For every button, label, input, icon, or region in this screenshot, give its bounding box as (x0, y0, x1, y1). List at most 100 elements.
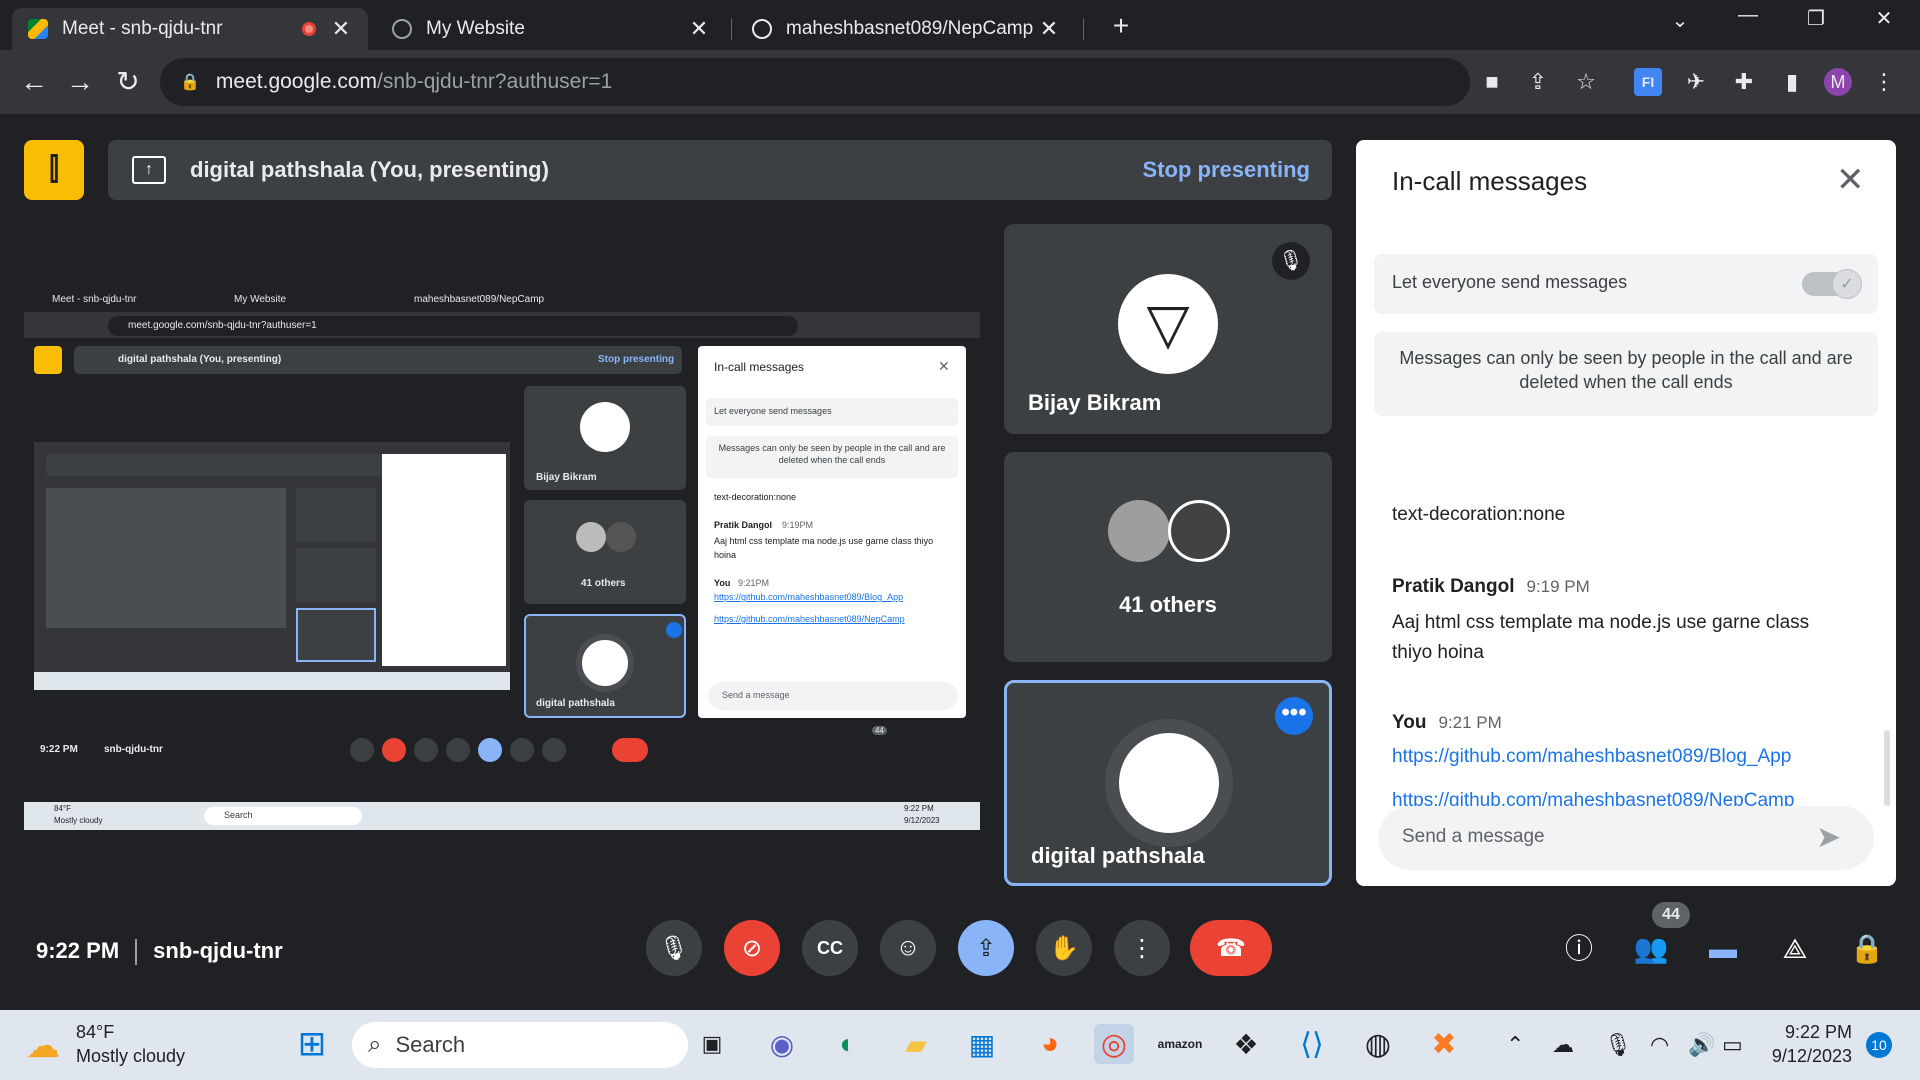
teams-icon[interactable]: ◉ (762, 1024, 802, 1064)
recording-icon (302, 22, 316, 36)
meeting-code: snb-qjdu-tnr (153, 938, 283, 963)
back-icon[interactable]: ← (14, 66, 54, 98)
address-bar[interactable]: 🔒 meet.google.com/snb-qjdu-tnr?authuser=… (160, 58, 1470, 106)
preview-tab-title: maheshbasnet089/NepCamp (414, 294, 545, 305)
meeting-details-icon[interactable]: ⓘ (1560, 930, 1598, 968)
send-message-input[interactable]: Send a message ➤ (1378, 806, 1874, 870)
presenting-title: digital pathshala (You, presenting) (190, 157, 549, 182)
tab-my-website[interactable]: My Website ✕ (376, 8, 726, 50)
preview-stop: Stop presenting (598, 354, 675, 365)
message-header: You 9:21 PM (1392, 712, 1502, 734)
firefox-icon[interactable]: ◕ (1030, 1024, 1070, 1064)
profile-avatar[interactable]: M (1824, 68, 1852, 96)
chat-scrollbar[interactable] (1884, 730, 1890, 806)
windows-start-icon[interactable]: ⊞ (292, 1024, 332, 1064)
people-icon[interactable]: 👥 (1632, 930, 1670, 968)
preview-leave (612, 738, 648, 762)
weather-temp[interactable]: 84°F (76, 1022, 114, 1043)
restore-icon[interactable]: ❐ (1796, 6, 1836, 31)
extension-plane-icon[interactable]: ✈ (1682, 68, 1710, 96)
meet-logo-icon: ⫿ (24, 140, 84, 200)
mic-tray-icon[interactable]: 🎙 (1604, 1032, 1632, 1058)
side-panel-icon[interactable]: ▮ (1778, 68, 1806, 96)
wifi-icon[interactable]: ◠ (1650, 1032, 1669, 1058)
emoji-button[interactable]: ☺ (880, 920, 936, 976)
more-options-button[interactable]: ⋮ (1114, 920, 1170, 976)
reload-icon[interactable]: ↻ (108, 66, 148, 98)
preview-send: Send a message (722, 690, 790, 700)
raise-hand-button[interactable]: ✋ (1036, 920, 1092, 976)
weather-icon[interactable]: ☁ (26, 1026, 60, 1066)
camera-off-button[interactable]: ⊘ (724, 920, 780, 976)
battery-icon[interactable]: ▭ (1722, 1032, 1743, 1058)
message-link[interactable]: https://github.com/maheshbasnet089/Blog_… (1392, 746, 1791, 767)
participant-tile[interactable]: 41 others (1004, 452, 1332, 662)
preview-url: meet.google.com/snb-qjdu-tnr?authuser=1 (128, 320, 317, 331)
message-sender: You (1392, 712, 1427, 733)
minimize-icon[interactable]: — (1728, 4, 1768, 27)
notification-badge[interactable]: 10 (1866, 1032, 1892, 1058)
extensions-puzzle-icon[interactable]: ✚ (1730, 68, 1758, 96)
tray-time[interactable]: 9:22 PM (1772, 1022, 1852, 1043)
more-options-icon[interactable]: ••• (1275, 697, 1313, 735)
edge-icon[interactable]: ◐ (828, 1024, 868, 1064)
tab-nepcamp[interactable]: maheshbasnet089/NepCamp ✕ (736, 8, 1076, 50)
onedrive-icon[interactable]: ☁ (1552, 1032, 1574, 1058)
preview-search: Search (224, 810, 253, 820)
close-icon[interactable]: ✕ (688, 16, 710, 42)
close-icon[interactable]: ✕ (1038, 16, 1060, 42)
host-controls-icon[interactable]: 🔒 (1848, 930, 1886, 968)
people-count-badge: 44 (1652, 902, 1690, 928)
share-icon[interactable]: ⇪ (1524, 68, 1552, 96)
obs-icon[interactable]: ◍ (1358, 1024, 1398, 1064)
close-icon[interactable]: ✕ (330, 16, 352, 42)
participant-tile-active[interactable]: ••• digital pathshala (1004, 680, 1332, 886)
let-everyone-toggle[interactable]: ✓ (1802, 269, 1862, 299)
chevron-up-icon[interactable]: ⌃ (1506, 1032, 1524, 1058)
volume-icon[interactable]: 🔊 (1688, 1032, 1715, 1058)
leave-call-button[interactable]: ☎ (1190, 920, 1272, 976)
new-tab-button[interactable]: + (1101, 10, 1141, 42)
store-icon[interactable]: ▦ (962, 1024, 1002, 1064)
preview-time: 9:21PM (738, 578, 770, 588)
captions-button[interactable]: CC (802, 920, 858, 976)
camera-in-use-icon[interactable]: ■ (1478, 68, 1506, 96)
activities-icon[interactable]: ⟁ (1776, 930, 1814, 968)
shared-screen: Meet - snb-qjdu-tnr My Website maheshbas… (24, 288, 980, 830)
participant-name: 41 others (1119, 592, 1217, 617)
browser-menu-icon[interactable]: ⋮ (1870, 68, 1898, 96)
bookmark-star-icon[interactable]: ☆ (1572, 68, 1600, 96)
vscode-icon[interactable]: ⟨⟩ (1292, 1024, 1332, 1064)
chat-title: In-call messages (1392, 166, 1588, 196)
tab-search-icon[interactable]: ⌄ (1660, 8, 1700, 33)
preview-sender: Pratik Dangol (714, 520, 773, 530)
close-icon[interactable]: ✕ (1836, 160, 1865, 200)
window-close-icon[interactable]: ✕ (1864, 6, 1904, 31)
present-button[interactable]: ⇪ (958, 920, 1014, 976)
preview-chat-panel: In-call messages ✕ Let everyone send mes… (698, 346, 966, 718)
extension-fi-icon[interactable]: FI (1634, 68, 1662, 96)
task-view-icon[interactable]: ▣ (692, 1024, 732, 1064)
dropbox-icon[interactable]: ❖ (1226, 1024, 1266, 1064)
send-icon[interactable]: ➤ (1816, 820, 1841, 855)
message-time: 9:21 PM (1438, 713, 1502, 732)
amazon-icon[interactable]: amazon (1158, 1024, 1203, 1064)
weather-desc[interactable]: Mostly cloudy (76, 1046, 185, 1067)
preview-tab-title: My Website (234, 294, 287, 305)
chrome-icon[interactable]: ◎ (1094, 1024, 1134, 1064)
participant-tile[interactable]: 🎙 ▽ Bijay Bikram (1004, 224, 1332, 434)
preview-clock: 9:22 PM (40, 744, 78, 755)
tab-meet[interactable]: Meet - snb-qjdu-tnr ✕ (12, 8, 368, 50)
taskbar-search[interactable]: ⌕ Search (352, 1022, 688, 1068)
let-everyone-row: Let everyone send messages ✓ (1374, 254, 1878, 314)
xampp-icon[interactable]: ✖ (1424, 1024, 1464, 1064)
stop-presenting-button[interactable]: Stop presenting (1143, 157, 1310, 183)
preview-tray-time: 9:22 PM (904, 804, 934, 813)
forward-icon[interactable]: → (60, 66, 100, 98)
tray-date[interactable]: 9/12/2023 (1758, 1046, 1852, 1067)
microphone-button[interactable]: 🎙 (646, 920, 702, 976)
check-icon: ✓ (1832, 269, 1862, 299)
preview-let-everyone: Let everyone send messages (714, 406, 832, 416)
chat-icon[interactable]: ▬ (1704, 930, 1742, 968)
file-explorer-icon[interactable]: ▰ (896, 1024, 936, 1064)
